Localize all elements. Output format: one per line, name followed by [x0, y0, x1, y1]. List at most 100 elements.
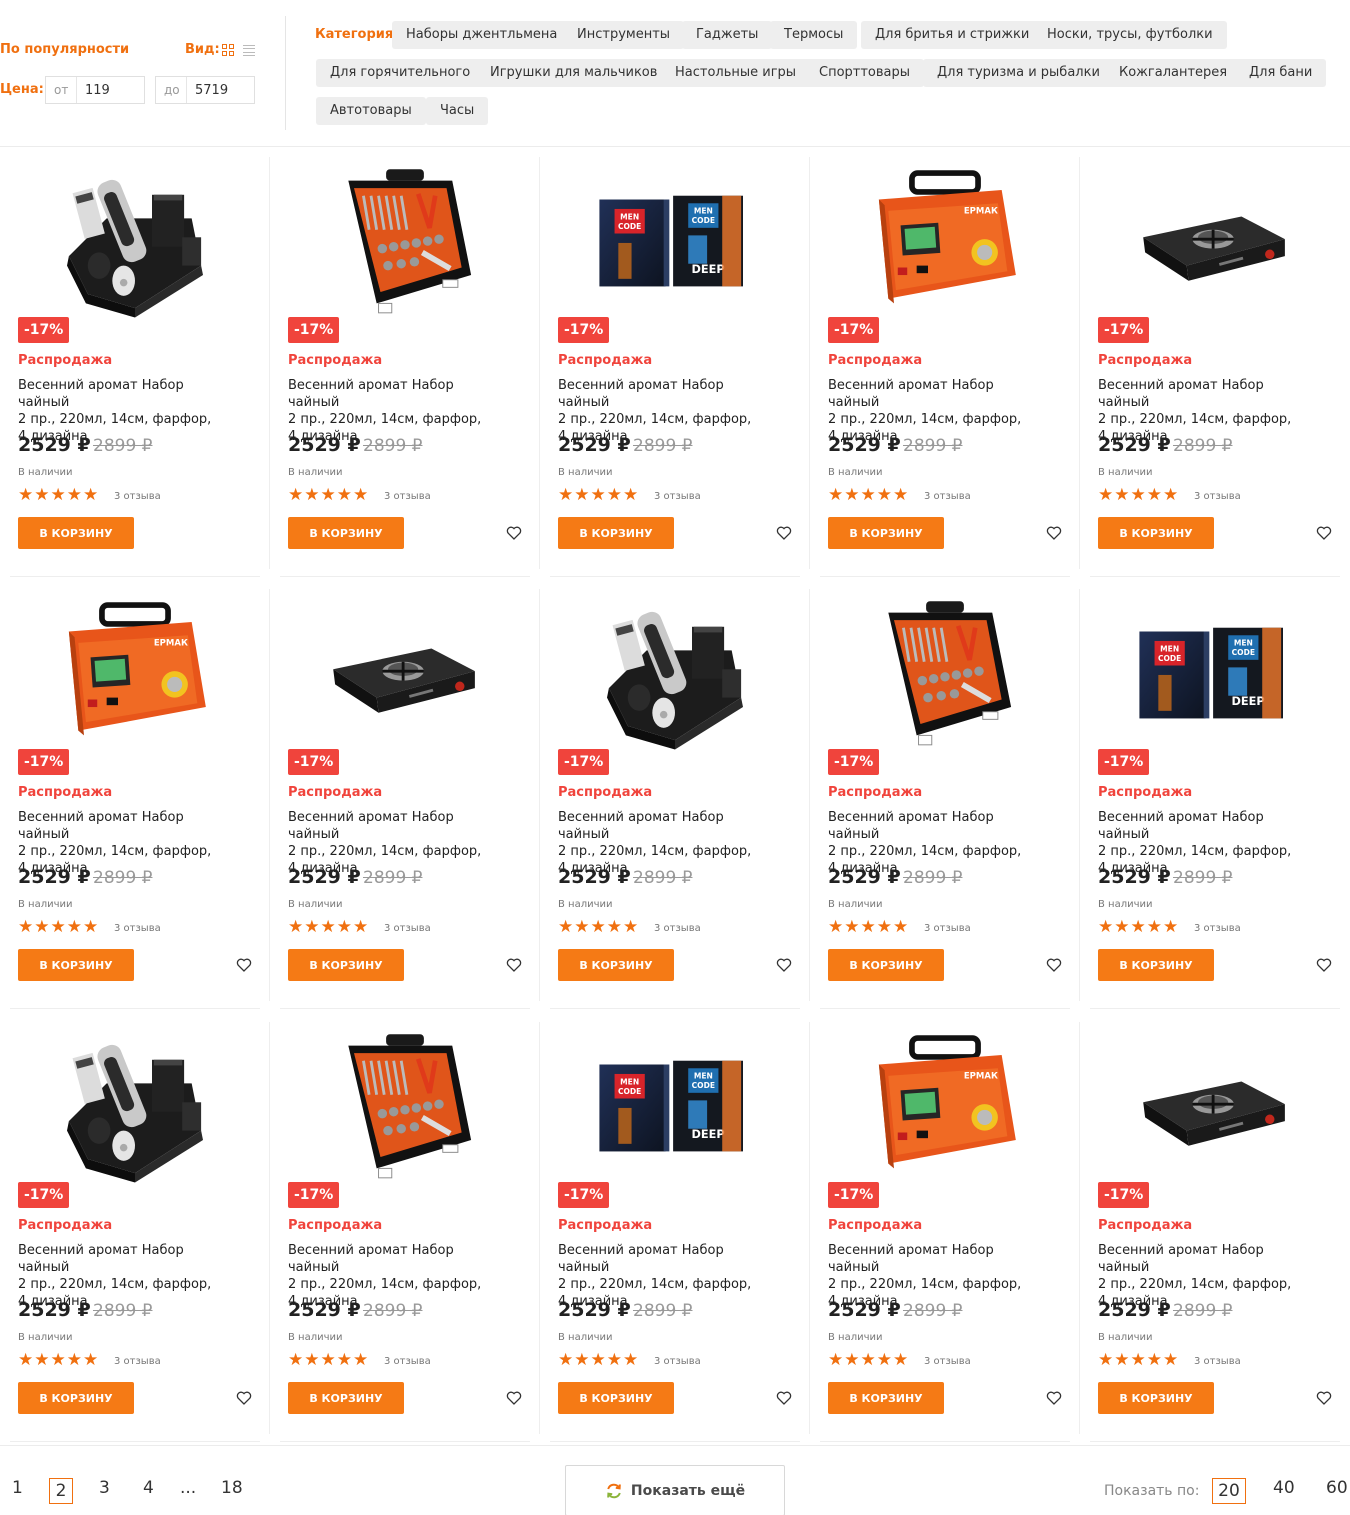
page-link[interactable]: 18 [221, 1478, 243, 1498]
page-link[interactable]: 3 [99, 1478, 110, 1498]
heart-icon[interactable] [1046, 957, 1062, 973]
reviews-count[interactable]: 3 отзыва [1194, 923, 1241, 934]
category-chip[interactable]: Настольные игры [661, 59, 811, 87]
per-page-option[interactable]: 40 [1273, 1478, 1295, 1498]
reviews-count[interactable]: 3 отзыва [654, 1356, 701, 1367]
reviews-count[interactable]: 3 отзыва [924, 923, 971, 934]
product-card[interactable]: ЕРМАК -17% Распродажа Весенний аромат На… [810, 1012, 1080, 1444]
product-card[interactable]: -17% Распродажа Весенний аромат Набор ча… [270, 1012, 540, 1444]
add-to-cart-button[interactable]: В КОРЗИНУ [828, 1382, 944, 1414]
reviews-count[interactable]: 3 отзыва [114, 1356, 161, 1367]
add-to-cart-button[interactable]: В КОРЗИНУ [828, 517, 944, 549]
product-card[interactable]: -17% Распродажа Весенний аромат Набор ча… [0, 147, 270, 579]
list-view-icon[interactable] [243, 45, 255, 56]
heart-icon[interactable] [236, 957, 252, 973]
product-card[interactable]: -17% Распродажа Весенний аромат Набор ча… [540, 579, 810, 1011]
reviews-count[interactable]: 3 отзыва [114, 491, 161, 502]
product-image[interactable] [320, 589, 490, 759]
per-page-option[interactable]: 60 [1326, 1478, 1348, 1498]
price-from-field[interactable]: от 119 [45, 76, 145, 104]
category-chip[interactable]: Часы [426, 97, 489, 125]
grid-view-icon[interactable] [222, 44, 234, 56]
product-card[interactable]: -17% Распродажа Весенний аромат Набор ча… [810, 579, 1080, 1011]
product-card[interactable]: ЕРМАК -17% Распродажа Весенний аромат На… [0, 579, 270, 1011]
add-to-cart-button[interactable]: В КОРЗИНУ [18, 1382, 134, 1414]
product-image[interactable] [1130, 157, 1300, 327]
add-to-cart-button[interactable]: В КОРЗИНУ [558, 949, 674, 981]
add-to-cart-button[interactable]: В КОРЗИНУ [288, 1382, 404, 1414]
product-card[interactable]: -17% Распродажа Весенний аромат Набор ча… [270, 579, 540, 1011]
heart-icon[interactable] [506, 1390, 522, 1406]
add-to-cart-button[interactable]: В КОРЗИНУ [288, 949, 404, 981]
product-card[interactable]: -17% Распродажа Весенний аромат Набор ча… [1080, 147, 1350, 579]
product-card[interactable]: MEN CODE MEN CODE DEEP -17% Распродажа В… [1080, 579, 1350, 1011]
product-image[interactable] [320, 157, 490, 327]
category-chip[interactable]: Спорттовары [805, 59, 925, 87]
product-image[interactable] [50, 157, 220, 327]
price-from-input[interactable]: 119 [76, 77, 144, 103]
price-to-input[interactable]: 5719 [186, 77, 254, 103]
category-chip[interactable]: Кожгалантерея [1105, 59, 1242, 87]
add-to-cart-button[interactable]: В КОРЗИНУ [288, 517, 404, 549]
category-chip[interactable]: Игрушки для мальчиков [476, 59, 672, 87]
category-chip[interactable]: Для бани [1235, 59, 1327, 87]
add-to-cart-button[interactable]: В КОРЗИНУ [558, 1382, 674, 1414]
product-image[interactable]: MEN CODE MEN CODE DEEP [590, 1022, 760, 1192]
reviews-count[interactable]: 3 отзыва [924, 491, 971, 502]
product-image[interactable]: MEN CODE MEN CODE DEEP [1130, 589, 1300, 759]
product-image[interactable]: MEN CODE MEN CODE DEEP [590, 157, 760, 327]
add-to-cart-button[interactable]: В КОРЗИНУ [828, 949, 944, 981]
product-card[interactable]: MEN CODE MEN CODE DEEP -17% Распродажа В… [540, 1012, 810, 1444]
product-card[interactable]: -17% Распродажа Весенний аромат Набор ча… [1080, 1012, 1350, 1444]
reviews-count[interactable]: 3 отзыва [114, 923, 161, 934]
heart-icon[interactable] [1046, 1390, 1062, 1406]
reviews-count[interactable]: 3 отзыва [1194, 1356, 1241, 1367]
product-image[interactable] [1130, 1022, 1300, 1192]
category-chip[interactable]: Для горячительного [316, 59, 485, 87]
add-to-cart-button[interactable]: В КОРЗИНУ [1098, 949, 1214, 981]
reviews-count[interactable]: 3 отзыва [384, 1356, 431, 1367]
product-image[interactable] [860, 589, 1030, 759]
show-more-button[interactable]: Показать ещё [565, 1465, 785, 1515]
product-image[interactable]: ЕРМАК [860, 1022, 1030, 1192]
heart-icon[interactable] [1316, 1390, 1332, 1406]
reviews-count[interactable]: 3 отзыва [384, 923, 431, 934]
reviews-count[interactable]: 3 отзыва [1194, 491, 1241, 502]
category-chip[interactable]: Носки, трусы, футболки [1033, 21, 1227, 49]
reviews-count[interactable]: 3 отзыва [654, 491, 701, 502]
heart-icon[interactable] [776, 1390, 792, 1406]
per-page-option-selected[interactable]: 20 [1212, 1478, 1246, 1504]
product-card[interactable]: ЕРМАК -17% Распродажа Весенний аромат На… [810, 147, 1080, 579]
reviews-count[interactable]: 3 отзыва [924, 1356, 971, 1367]
price-to-field[interactable]: до 5719 [155, 76, 255, 104]
product-image[interactable] [50, 1022, 220, 1192]
add-to-cart-button[interactable]: В КОРЗИНУ [18, 949, 134, 981]
heart-icon[interactable] [1046, 525, 1062, 541]
product-image[interactable] [590, 589, 760, 759]
heart-icon[interactable] [506, 525, 522, 541]
page-link-current[interactable]: 2 [49, 1478, 73, 1504]
category-chip[interactable]: Для бритья и стрижки [861, 21, 1044, 49]
page-link[interactable]: 1 [12, 1478, 23, 1498]
product-card[interactable]: -17% Распродажа Весенний аромат Набор ча… [0, 1012, 270, 1444]
product-image[interactable] [320, 1022, 490, 1192]
category-chip[interactable]: Термосы [770, 21, 858, 49]
product-image[interactable]: ЕРМАК [860, 157, 1030, 327]
sort-dropdown[interactable]: По популярности [0, 42, 129, 57]
add-to-cart-button[interactable]: В КОРЗИНУ [18, 517, 134, 549]
heart-icon[interactable] [1316, 957, 1332, 973]
product-card[interactable]: -17% Распродажа Весенний аромат Набор ча… [270, 147, 540, 579]
add-to-cart-button[interactable]: В КОРЗИНУ [558, 517, 674, 549]
reviews-count[interactable]: 3 отзыва [384, 491, 431, 502]
category-chip[interactable]: Автотовары [316, 97, 426, 125]
heart-icon[interactable] [776, 525, 792, 541]
category-chip[interactable]: Наборы джентльмена [392, 21, 572, 49]
heart-icon[interactable] [506, 957, 522, 973]
add-to-cart-button[interactable]: В КОРЗИНУ [1098, 1382, 1214, 1414]
heart-icon[interactable] [236, 1390, 252, 1406]
reviews-count[interactable]: 3 отзыва [654, 923, 701, 934]
heart-icon[interactable] [1316, 525, 1332, 541]
product-card[interactable]: MEN CODE MEN CODE DEEP -17% Распродажа В… [540, 147, 810, 579]
add-to-cart-button[interactable]: В КОРЗИНУ [1098, 517, 1214, 549]
page-link[interactable]: 4 [143, 1478, 154, 1498]
